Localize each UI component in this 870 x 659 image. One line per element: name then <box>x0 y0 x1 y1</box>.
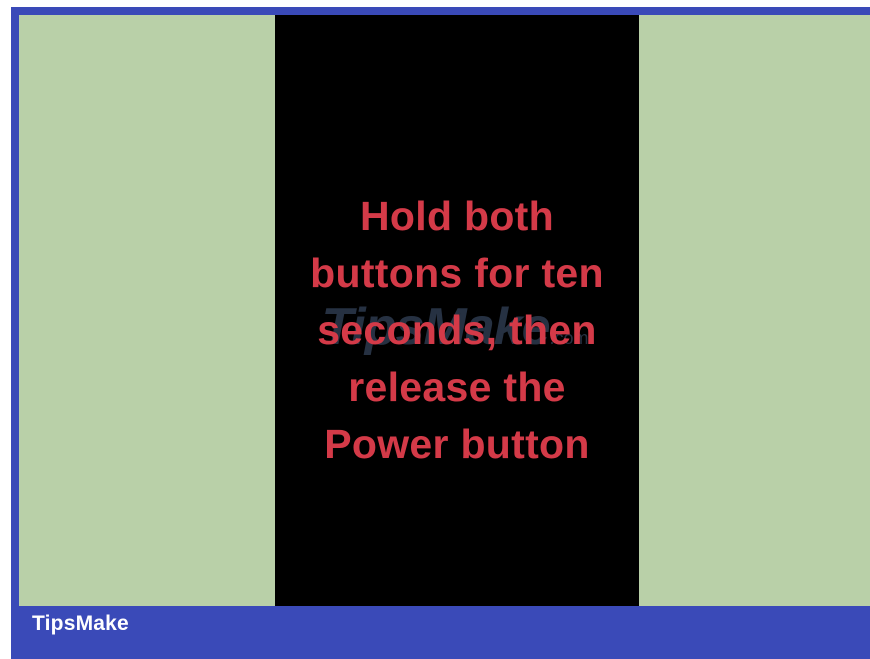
video-frame: TipsMake.com Hold both buttons for ten s… <box>275 15 639 606</box>
caption-line-5: Power button <box>324 421 590 467</box>
caption-line-4: release the <box>348 364 566 410</box>
image-frame: TipsMake.com Hold both buttons for ten s… <box>11 7 870 659</box>
caption-line-1: Hold both <box>360 193 554 239</box>
caption-line-3: seconds, then <box>317 307 597 353</box>
image-panel: TipsMake.com Hold both buttons for ten s… <box>19 15 870 606</box>
caption-line-2: buttons for ten <box>310 250 604 296</box>
brand-label: TipsMake <box>32 612 129 635</box>
instruction-caption: Hold both buttons for ten seconds, then … <box>275 188 639 473</box>
